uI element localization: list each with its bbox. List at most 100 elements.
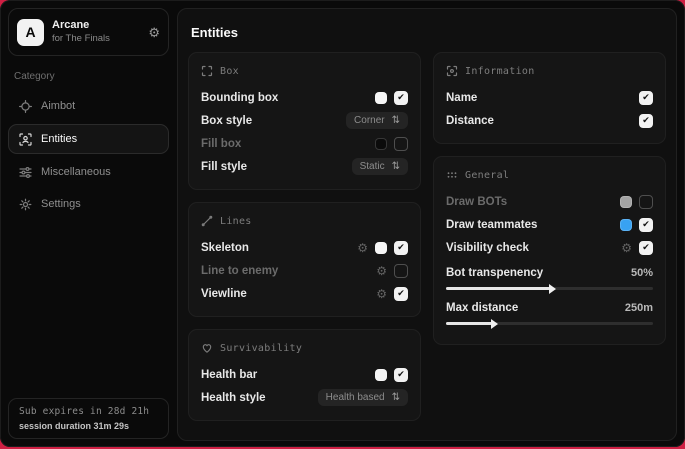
max-distance-slider[interactable] — [446, 322, 653, 325]
sidebar-item-label: Aimbot — [41, 100, 75, 112]
setting-label: Name — [446, 92, 477, 104]
fill-style-dropdown[interactable]: Static ⇅ — [352, 158, 408, 175]
entity-scan-icon — [19, 133, 32, 146]
box-card: Box Bounding box Box style Corner ⇅ — [188, 52, 421, 190]
setting-row: Fill box — [201, 132, 408, 155]
setting-label: Viewline — [201, 288, 247, 300]
app-logo: A — [17, 19, 44, 46]
card-title-text: General — [465, 170, 509, 181]
chevrons-up-down-icon: ⇅ — [392, 115, 400, 126]
dropdown-value: Static — [360, 161, 385, 172]
health-style-dropdown[interactable]: Health based ⇅ — [318, 389, 408, 406]
setting-label: Distance — [446, 115, 494, 127]
sidebar-item-entities[interactable]: Entities — [8, 124, 169, 154]
color-swatch[interactable] — [375, 138, 387, 150]
setting-label: Health style — [201, 392, 266, 404]
color-swatch[interactable] — [620, 219, 632, 231]
chevrons-up-down-icon: ⇅ — [392, 392, 400, 403]
checkbox[interactable] — [394, 368, 408, 382]
setting-row: Health style Health based ⇅ — [201, 386, 408, 409]
sliders-icon — [19, 166, 32, 179]
sidebar-item-miscellaneous[interactable]: Miscellaneous — [8, 158, 169, 186]
page-title: Entities — [191, 25, 666, 40]
bot-transparency-slider[interactable] — [446, 287, 653, 290]
setting-row: Visibility check ⚙ — [446, 236, 653, 259]
checkbox[interactable] — [639, 91, 653, 105]
setting-label: Bounding box — [201, 92, 278, 104]
scan-info-icon — [446, 65, 458, 77]
gear-icon[interactable]: ⚙ — [357, 242, 368, 254]
checkbox[interactable] — [394, 264, 408, 278]
bounding-box-icon — [201, 65, 213, 77]
slider-fill — [446, 322, 492, 325]
gear-icon[interactable]: ⚙ — [376, 265, 387, 277]
setting-row: Viewline ⚙ — [201, 282, 408, 305]
checkbox[interactable] — [639, 218, 653, 232]
sidebar-item-settings[interactable]: Settings — [8, 190, 169, 218]
sidebar-item-label: Settings — [41, 198, 81, 210]
setting-label: Health bar — [201, 369, 257, 381]
gear-icon[interactable]: ⚙ — [376, 288, 387, 300]
color-swatch[interactable] — [375, 369, 387, 381]
session-duration-text: session duration 31m 29s — [19, 421, 158, 431]
line-icon — [201, 215, 213, 227]
subscription-info-card: Sub expires in 28d 21h session duration … — [8, 398, 169, 439]
slider-group: Max distance 250m — [446, 298, 653, 325]
card-title-text: Box — [220, 66, 239, 77]
color-swatch[interactable] — [375, 242, 387, 254]
slider-label: Bot transpenency — [446, 267, 543, 279]
checkbox[interactable] — [639, 114, 653, 128]
setting-row: Line to enemy ⚙ — [201, 259, 408, 282]
setting-row: Draw BOTs — [446, 190, 653, 213]
box-style-dropdown[interactable]: Corner ⇅ — [346, 112, 408, 129]
setting-row: Draw teammates — [446, 213, 653, 236]
card-title-text: Information — [465, 66, 535, 77]
checkbox[interactable] — [639, 241, 653, 255]
color-swatch[interactable] — [375, 92, 387, 104]
setting-row: Skeleton ⚙ — [201, 236, 408, 259]
lines-card: Lines Skeleton ⚙ Line to enemy ⚙ — [188, 202, 421, 317]
setting-row: Name — [446, 86, 653, 109]
slider-value: 50% — [631, 267, 653, 279]
gear-icon — [19, 198, 32, 211]
general-card: General Draw BOTs Draw teammates — [433, 156, 666, 345]
app-window: A Arcane for The Finals ⚙ Category Aimbo… — [0, 0, 685, 447]
survivability-card: Survivability Health bar Health style He… — [188, 329, 421, 421]
brand-card: A Arcane for The Finals ⚙ — [8, 8, 169, 56]
crosshair-icon — [19, 100, 32, 113]
setting-row: Fill style Static ⇅ — [201, 155, 408, 178]
setting-label: Skeleton — [201, 242, 249, 254]
setting-row: Bounding box — [201, 86, 408, 109]
dropdown-value: Health based — [326, 392, 385, 403]
sub-expires-text: Sub expires in 28d 21h — [19, 406, 158, 417]
color-swatch[interactable] — [620, 196, 632, 208]
checkbox[interactable] — [394, 287, 408, 301]
setting-label: Draw BOTs — [446, 196, 507, 208]
setting-label: Fill box — [201, 138, 241, 150]
sidebar-item-aimbot[interactable]: Aimbot — [8, 92, 169, 120]
slider-group: Bot transpenency 50% — [446, 263, 653, 290]
checkbox[interactable] — [394, 91, 408, 105]
dropdown-value: Corner — [354, 115, 385, 126]
checkbox[interactable] — [394, 241, 408, 255]
setting-row: Health bar — [201, 363, 408, 386]
card-title-text: Survivability — [220, 343, 302, 354]
sidebar: A Arcane for The Finals ⚙ Category Aimbo… — [0, 0, 177, 447]
setting-label: Line to enemy — [201, 265, 278, 277]
grid-dots-icon — [446, 169, 458, 181]
checkbox[interactable] — [394, 137, 408, 151]
slider-fill — [446, 287, 550, 290]
checkbox[interactable] — [639, 195, 653, 209]
sidebar-item-label: Miscellaneous — [41, 166, 111, 178]
card-title-text: Lines — [220, 216, 252, 227]
setting-row: Distance — [446, 109, 653, 132]
gear-icon[interactable]: ⚙ — [621, 242, 632, 254]
setting-label: Draw teammates — [446, 219, 537, 231]
information-card: Information Name Distance — [433, 52, 666, 144]
category-label: Category — [14, 71, 163, 82]
slider-value: 250m — [625, 302, 653, 314]
slider-label: Max distance — [446, 302, 518, 314]
settings-gear-icon[interactable]: ⚙ — [148, 26, 160, 39]
sidebar-item-label: Entities — [41, 133, 77, 145]
main-panel: Entities Box Bounding box — [177, 8, 677, 441]
